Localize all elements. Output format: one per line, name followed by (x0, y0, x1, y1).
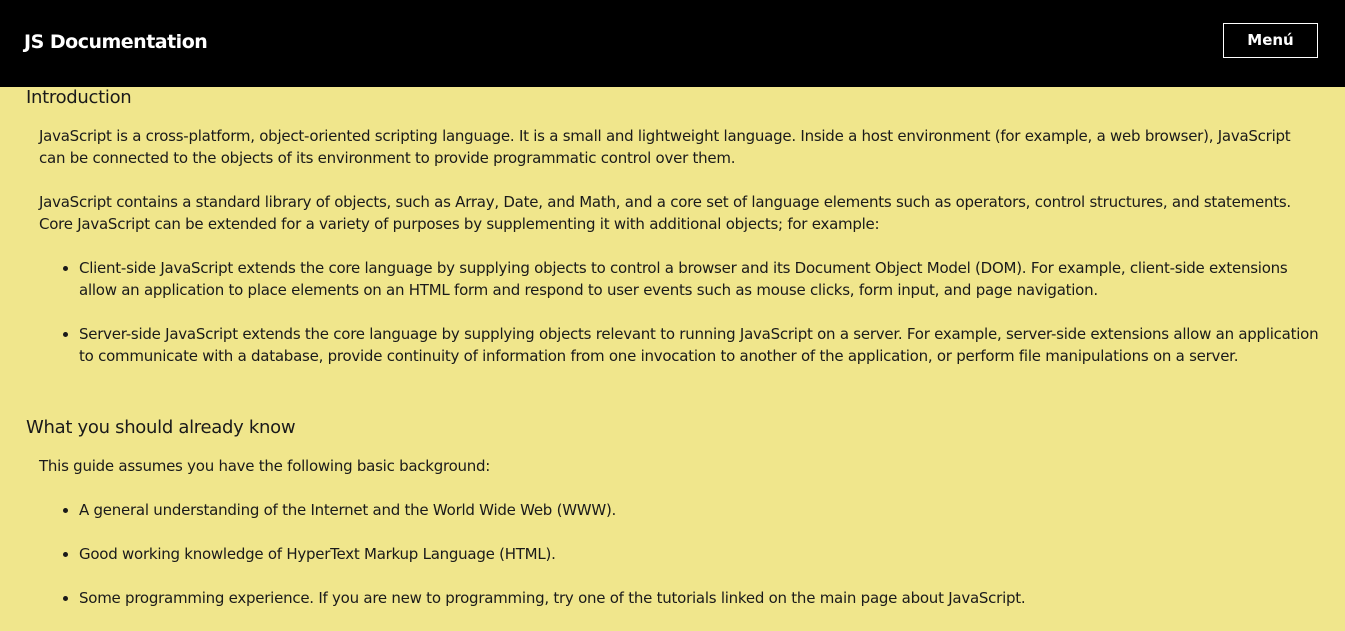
list-item: Client-side JavaScript extends the core … (79, 257, 1319, 301)
paragraph: This guide assumes you have the followin… (39, 457, 491, 475)
list-item: Some programming experience. If you are … (79, 587, 1319, 609)
bullet-list: Client-side JavaScript extends the core … (39, 257, 1319, 389)
top-navbar: JS Documentation Menú (0, 0, 1345, 87)
section-heading-introduction: Introduction (26, 87, 132, 108)
paragraph: JavaScript contains a standard library o… (39, 193, 1291, 233)
site-title[interactable]: JS Documentation (24, 31, 208, 53)
list-item: Server-side JavaScript extends the core … (79, 323, 1319, 367)
section-heading-prerequisites: What you should already know (26, 417, 296, 438)
list-item: Good working knowledge of HyperText Mark… (79, 543, 1319, 565)
bullet-list: A general understanding of the Internet … (39, 499, 1319, 631)
paragraph: JavaScript is a cross-platform, object-o… (39, 127, 1291, 167)
menu-button[interactable]: Menú (1223, 23, 1318, 58)
list-item: A general understanding of the Internet … (79, 499, 1319, 521)
